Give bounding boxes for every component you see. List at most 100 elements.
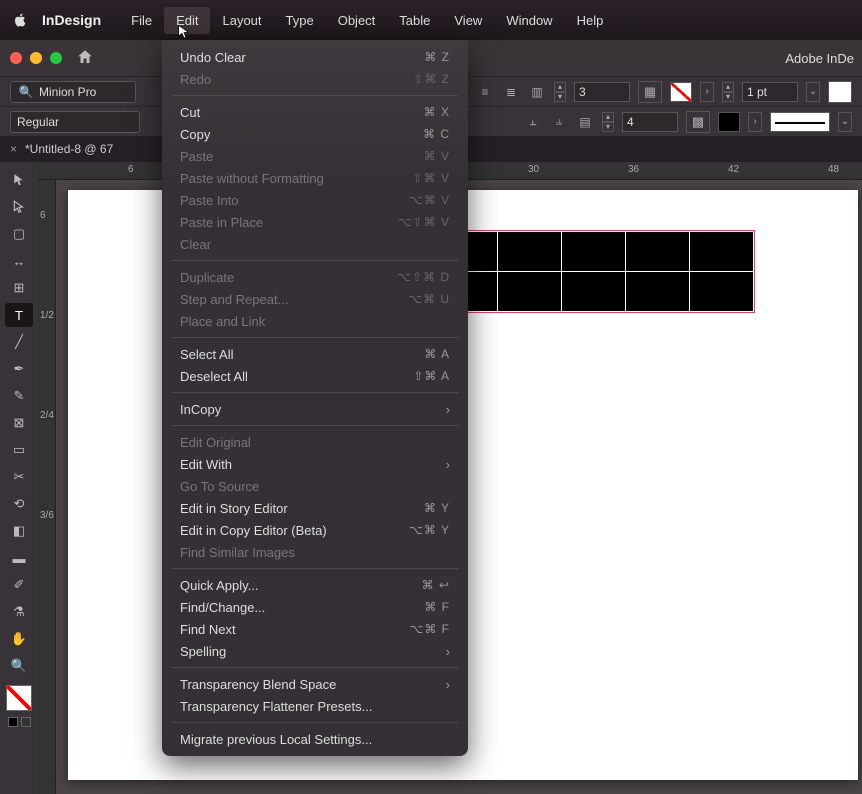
menu-item-find-next[interactable]: Find Next⌥⌘ F [162, 618, 468, 640]
menu-separator [172, 568, 458, 569]
gradient-swatch-tool[interactable]: ◧ [5, 519, 33, 543]
menu-item-cut[interactable]: Cut⌘ X [162, 101, 468, 123]
font-style-input[interactable] [17, 115, 127, 129]
menu-item-spelling[interactable]: Spelling› [162, 640, 468, 662]
selection-tool[interactable] [5, 168, 33, 192]
menu-type[interactable]: Type [274, 7, 326, 34]
font-style-field[interactable] [10, 111, 140, 133]
menu-separator [172, 337, 458, 338]
align-col-icon[interactable]: ▥ [528, 83, 546, 101]
free-transform-tool[interactable]: ⟲ [5, 492, 33, 516]
menu-item-migrate-previous-local-settings[interactable]: Migrate previous Local Settings... [162, 728, 468, 750]
stroke-black-swatch[interactable] [718, 112, 740, 132]
menu-item-label: Edit in Copy Editor (Beta) [180, 523, 327, 538]
stroke-color-dropdown[interactable]: › [748, 112, 762, 132]
stroke-weight-dropdown[interactable]: ⌄ [806, 82, 820, 102]
menu-layout[interactable]: Layout [210, 7, 273, 34]
submenu-arrow-icon: › [446, 677, 450, 692]
zoom-window-button[interactable] [50, 52, 62, 64]
align-left-icon[interactable]: ≡ [476, 83, 494, 101]
pen-tool[interactable]: ✒ [5, 357, 33, 381]
menu-item-copy[interactable]: Copy⌘ C [162, 123, 468, 145]
menu-view[interactable]: View [442, 7, 494, 34]
pencil-tool[interactable]: ✎ [5, 384, 33, 408]
split-cells-icon[interactable]: ▩ [686, 111, 710, 133]
menu-item-select-all[interactable]: Select All⌘ A [162, 343, 468, 365]
stroke-preview[interactable] [828, 81, 852, 103]
stroke-weight-input[interactable] [742, 82, 798, 102]
menu-item-edit-with[interactable]: Edit With › [162, 453, 468, 475]
align-bottom-icon[interactable]: ⫨ [550, 113, 568, 131]
menu-item-edit-in-story-editor[interactable]: Edit in Story Editor⌘ Y [162, 497, 468, 519]
eyedropper-tool[interactable]: ⚗ [5, 600, 33, 624]
rectangle-tool[interactable]: ▭ [5, 438, 33, 462]
menu-shortcut: ⌘ F [424, 600, 450, 614]
menu-window[interactable]: Window [494, 7, 564, 34]
menu-item-undo-clear[interactable]: Undo Clear⌘ Z [162, 46, 468, 68]
menu-shortcut: ⇧⌘ Z [413, 72, 450, 86]
menu-separator [172, 260, 458, 261]
ruler-tick: 36 [628, 164, 639, 175]
menu-table[interactable]: Table [387, 7, 442, 34]
menu-item-find-similar-images: Find Similar Images [162, 541, 468, 563]
menu-help[interactable]: Help [565, 7, 616, 34]
type-tool[interactable]: T [5, 303, 33, 327]
menu-object[interactable]: Object [326, 7, 388, 34]
menu-item-transparency-blend-space[interactable]: Transparency Blend Space› [162, 673, 468, 695]
submenu-arrow-icon: › [446, 457, 450, 472]
menu-shortcut: ⌥⌘ V [409, 193, 450, 207]
home-icon[interactable] [76, 48, 94, 69]
menu-item-deselect-all[interactable]: Deselect All⇧⌘ A [162, 365, 468, 387]
cell-options-icon[interactable]: ▤ [576, 113, 594, 131]
menu-shortcut: ⌘ ↩ [422, 578, 450, 592]
ruler-tick: 30 [528, 164, 539, 175]
font-family-input[interactable] [39, 85, 129, 99]
content-collector-tool[interactable]: ⊞ [5, 276, 33, 300]
merge-cells-icon[interactable]: ▦ [638, 81, 662, 103]
traffic-lights [10, 52, 62, 64]
fill-dropdown[interactable]: › [700, 82, 714, 102]
menu-item-edit-in-copy-editor-beta[interactable]: Edit in Copy Editor (Beta)⌥⌘ Y [162, 519, 468, 541]
minimize-window-button[interactable] [30, 52, 42, 64]
stroke-style-swatch[interactable] [770, 112, 830, 132]
ruler-tick: 3/6 [40, 510, 54, 521]
line-tool[interactable]: ╱ [5, 330, 33, 354]
fill-none-swatch[interactable] [670, 82, 692, 102]
menu-file[interactable]: File [119, 7, 164, 34]
submenu-arrow-icon: › [446, 402, 450, 417]
font-family-field[interactable]: 🔍 [10, 81, 136, 103]
direct-selection-tool[interactable] [5, 195, 33, 219]
submenu-arrow-icon: › [446, 644, 450, 659]
gap-tool[interactable]: ↔ [5, 249, 33, 273]
menu-item-go-to-source: Go To Source [162, 475, 468, 497]
ruler-tick: 2/4 [40, 410, 54, 421]
close-tab-icon[interactable]: × [10, 142, 17, 156]
rows-stepper[interactable]: ▴▾ [554, 82, 566, 102]
zoom-tool[interactable]: 🔍 [5, 654, 33, 678]
menu-item-label: Migrate previous Local Settings... [180, 732, 372, 747]
close-window-button[interactable] [10, 52, 22, 64]
apply-none-button[interactable] [21, 717, 31, 727]
scissors-tool[interactable]: ✂ [5, 465, 33, 489]
menu-item-quick-apply[interactable]: Quick Apply...⌘ ↩ [162, 574, 468, 596]
align-top-icon[interactable]: ⫠ [524, 113, 542, 131]
menu-item-label: Edit With [180, 457, 232, 472]
menu-item-transparency-flattener-presets[interactable]: Transparency Flattener Presets... [162, 695, 468, 717]
gradient-feather-tool[interactable]: ▬ [5, 546, 33, 570]
menu-item-find-change[interactable]: Find/Change...⌘ F [162, 596, 468, 618]
menu-edit[interactable]: Edit [164, 7, 210, 34]
apply-color-button[interactable] [8, 717, 18, 727]
rectangle-frame-tool[interactable]: ⊠ [5, 411, 33, 435]
menu-item-incopy[interactable]: InCopy› [162, 398, 468, 420]
note-tool[interactable]: ✐ [5, 573, 33, 597]
align-justify-icon[interactable]: ≣ [502, 83, 520, 101]
hand-tool[interactable]: ✋ [5, 627, 33, 651]
stroke-style-dropdown[interactable]: ⌄ [838, 112, 852, 132]
fill-stroke-swatch[interactable] [6, 685, 32, 711]
stroke-weight-stepper[interactable]: ▴▾ [722, 82, 734, 102]
menu-item-label: Duplicate [180, 270, 234, 285]
page-tool[interactable]: ▢ [5, 222, 33, 246]
cols-stepper[interactable]: ▴▾ [602, 112, 614, 132]
rows-input[interactable] [574, 82, 630, 102]
cols-input[interactable] [622, 112, 678, 132]
